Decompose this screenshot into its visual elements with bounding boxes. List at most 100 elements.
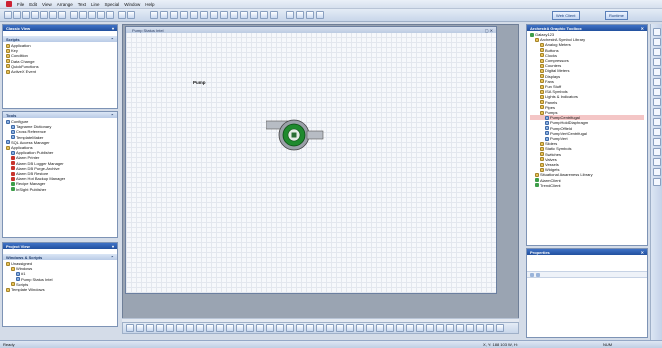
drawing-tool-button[interactable] — [456, 324, 464, 332]
side-tool-button[interactable] — [653, 38, 661, 46]
side-tool-button[interactable] — [653, 178, 661, 186]
toolbar-button[interactable] — [160, 11, 168, 19]
toolbar-button[interactable] — [49, 11, 57, 19]
drawing-tool-button[interactable] — [406, 324, 414, 332]
toolbar-button[interactable] — [220, 11, 228, 19]
menu-edit[interactable]: Edit — [29, 2, 37, 7]
side-tool-button[interactable] — [653, 78, 661, 86]
side-tool-button[interactable] — [653, 128, 661, 136]
drawing-tool-button[interactable] — [286, 324, 294, 332]
side-tool-button[interactable] — [653, 118, 661, 126]
drawing-tool-button[interactable] — [326, 324, 334, 332]
drawing-tool-button[interactable] — [486, 324, 494, 332]
menu-file[interactable]: File — [17, 2, 24, 7]
drawing-tool-button[interactable] — [496, 324, 504, 332]
toolbar-button[interactable] — [88, 11, 96, 19]
drawing-tool-button[interactable] — [256, 324, 264, 332]
drawing-tool-button[interactable] — [356, 324, 364, 332]
drawing-tool-button[interactable] — [266, 324, 274, 332]
side-tool-button[interactable] — [653, 68, 661, 76]
pin-icon[interactable]: ▾ — [112, 244, 114, 249]
toolbar-button[interactable] — [250, 11, 258, 19]
pump-symbol[interactable] — [266, 113, 330, 153]
menu-window[interactable]: Window — [124, 2, 140, 7]
tree-item[interactable]: TrendClient — [530, 183, 644, 188]
menu-text[interactable]: Text — [78, 2, 86, 7]
drawing-tool-button[interactable] — [276, 324, 284, 332]
side-tool-button[interactable] — [653, 138, 661, 146]
toolbar-button[interactable] — [190, 11, 198, 19]
drawing-tool-button[interactable] — [316, 324, 324, 332]
drawing-tool-button[interactable] — [176, 324, 184, 332]
drawing-tool-button[interactable] — [136, 324, 144, 332]
window-document[interactable]: Pump Status Intel ▢ ✕ Pump — [125, 26, 497, 294]
side-tool-button[interactable] — [653, 98, 661, 106]
toolbar-button[interactable] — [316, 11, 324, 19]
toolbar-button[interactable] — [170, 11, 178, 19]
menu-help[interactable]: Help — [145, 2, 154, 7]
toolbar-button[interactable] — [150, 11, 158, 19]
toolbar-button[interactable] — [127, 11, 135, 19]
side-tool-button[interactable] — [653, 108, 661, 116]
drawing-tool-button[interactable] — [336, 324, 344, 332]
toolbar-button[interactable] — [70, 11, 78, 19]
runtime-button[interactable]: Runtime — [605, 11, 628, 20]
drawing-tool-button[interactable] — [386, 324, 394, 332]
pump-label[interactable]: Pump — [193, 80, 206, 85]
drawing-tool-button[interactable] — [396, 324, 404, 332]
side-tool-button[interactable] — [653, 58, 661, 66]
toolbar-button[interactable] — [4, 11, 12, 19]
document-controls[interactable]: ▢ ✕ — [485, 28, 493, 33]
collapse-icon[interactable]: ⌃ — [111, 255, 114, 260]
toolbar-button[interactable] — [286, 11, 294, 19]
drawing-tool-button[interactable] — [236, 324, 244, 332]
drawing-tool-button[interactable] — [246, 324, 254, 332]
menu-arrange[interactable]: Arrange — [57, 2, 73, 7]
toolbar-button[interactable] — [106, 11, 114, 19]
toolbar-button[interactable] — [306, 11, 314, 19]
toolbar-button[interactable] — [118, 11, 126, 19]
tree-item[interactable]: InSight Publisher — [6, 187, 114, 192]
toolbar-button[interactable] — [22, 11, 30, 19]
close-icon[interactable]: ✕ — [641, 26, 644, 31]
pin-icon[interactable]: ▾ — [112, 26, 114, 31]
drawing-tool-button[interactable] — [466, 324, 474, 332]
toolbar-button[interactable] — [296, 11, 304, 19]
drawing-tool-button[interactable] — [226, 324, 234, 332]
toolbar-button[interactable] — [260, 11, 268, 19]
drawing-tool-button[interactable] — [166, 324, 174, 332]
toolbar-button[interactable] — [31, 11, 39, 19]
web-client-button[interactable]: Web Client — [552, 11, 580, 20]
toolbar-button[interactable] — [270, 11, 278, 19]
side-tool-button[interactable] — [653, 158, 661, 166]
drawing-tool-button[interactable] — [156, 324, 164, 332]
side-tool-button[interactable] — [653, 148, 661, 156]
drawing-tool-button[interactable] — [366, 324, 374, 332]
drawing-tool-button[interactable] — [376, 324, 384, 332]
side-tool-button[interactable] — [653, 88, 661, 96]
toolbar-button[interactable] — [240, 11, 248, 19]
collapse-icon[interactable]: ⌃ — [111, 113, 114, 118]
toolbar-button[interactable] — [79, 11, 87, 19]
drawing-tool-button[interactable] — [306, 324, 314, 332]
drawing-tool-button[interactable] — [416, 324, 424, 332]
drawing-tool-button[interactable] — [436, 324, 444, 332]
alphabetical-icon[interactable] — [536, 273, 540, 277]
drawing-tool-button[interactable] — [216, 324, 224, 332]
drawing-tool-button[interactable] — [126, 324, 134, 332]
drawing-tool-button[interactable] — [476, 324, 484, 332]
drawing-tool-button[interactable] — [196, 324, 204, 332]
menu-view[interactable]: View — [42, 2, 52, 7]
drawing-tool-button[interactable] — [186, 324, 194, 332]
collapse-icon[interactable]: ⌃ — [111, 37, 114, 42]
toolbar-button[interactable] — [210, 11, 218, 19]
drawing-tool-button[interactable] — [206, 324, 214, 332]
menu-line[interactable]: Line — [91, 2, 100, 7]
categorized-icon[interactable] — [530, 273, 534, 277]
tree-item[interactable]: Template Windows — [6, 287, 114, 292]
drawing-tool-button[interactable] — [446, 324, 454, 332]
toolbar-button[interactable] — [230, 11, 238, 19]
drawing-tool-button[interactable] — [346, 324, 354, 332]
side-tool-button[interactable] — [653, 48, 661, 56]
drawing-tool-button[interactable] — [296, 324, 304, 332]
